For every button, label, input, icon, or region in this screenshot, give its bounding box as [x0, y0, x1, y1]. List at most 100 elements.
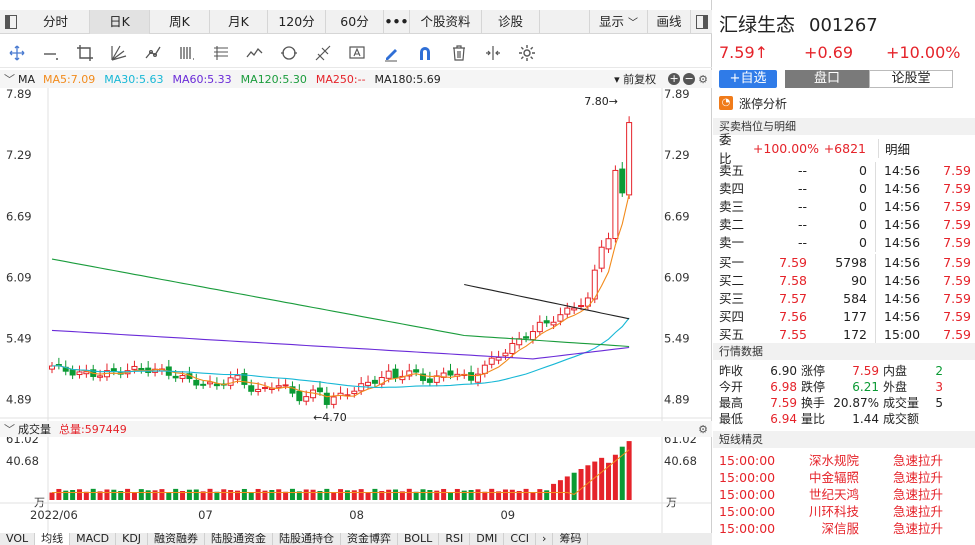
line-tool-icon[interactable]: [34, 38, 68, 68]
price-tick-left: 4.89: [6, 393, 32, 407]
settings-icon[interactable]: ⚙: [698, 423, 708, 436]
candle: [131, 365, 138, 370]
settings-icon[interactable]: ⚙: [698, 73, 708, 86]
indicator-tab[interactable]: VOL: [0, 533, 36, 545]
candle: [550, 321, 557, 326]
indicator-tab[interactable]: 融资融券: [148, 533, 206, 545]
tab-timeshare[interactable]: 分时: [22, 9, 90, 34]
gann-tool-icon[interactable]: [204, 38, 238, 68]
level-volume: 584: [843, 291, 867, 306]
crosshair-icon[interactable]: [0, 38, 34, 68]
collapse-icon[interactable]: ﹀: [4, 71, 15, 87]
panel-toggle-icon[interactable]: [690, 9, 712, 34]
short-title: 短线精灵: [713, 431, 975, 448]
indicator-tab[interactable]: RSI: [439, 533, 471, 545]
split-view-icon[interactable]: [476, 38, 510, 68]
collapse-icon[interactable]: ﹀: [4, 421, 15, 437]
gear-icon[interactable]: [510, 38, 544, 68]
indicator-tab[interactable]: KDJ: [116, 533, 149, 545]
display-menu[interactable]: 显示 ﹀: [590, 9, 648, 34]
tab-60min[interactable]: 60分: [326, 9, 384, 34]
tab-120min[interactable]: 120分: [268, 9, 326, 34]
bars-tool-icon[interactable]: [170, 38, 204, 68]
level-price: --: [797, 199, 807, 214]
price-tick-right: 6.09: [664, 270, 690, 284]
indicator-tab[interactable]: 陆股通持仓: [273, 533, 342, 545]
quote-key: 跌停: [801, 380, 826, 394]
volume-bar: [262, 490, 268, 500]
vol-ma-line: [52, 449, 630, 495]
volume-bar: [269, 489, 275, 500]
magnet-icon[interactable]: [408, 38, 442, 68]
tab-daily-k[interactable]: 日K: [90, 9, 150, 34]
ma5-line: [51, 194, 630, 398]
text-tool-icon[interactable]: [340, 38, 374, 68]
add-watchlist-button[interactable]: +自选: [719, 70, 777, 88]
tab-more[interactable]: •••: [384, 9, 410, 34]
level-price: --: [797, 235, 807, 250]
tab-handicap[interactable]: 盘口: [785, 70, 869, 88]
orderbook-row: 买一 7.59 5798 14:56 7.59: [713, 254, 975, 272]
orderbook-row: 卖五 -- 0 14:56 7.59: [713, 162, 975, 180]
tick-price: 7.59: [943, 199, 971, 214]
volume-bar: [186, 489, 192, 500]
indicator-tab[interactable]: 筹码: [553, 533, 589, 545]
quote-key: 最低: [719, 412, 744, 426]
tab-monthly-k[interactable]: 月K: [210, 9, 268, 34]
candle: [392, 368, 399, 379]
candle: [509, 342, 516, 354]
volume-bar: [578, 469, 584, 500]
candle: [536, 321, 543, 333]
volume-bar: [145, 490, 151, 500]
trash-icon[interactable]: [442, 38, 476, 68]
indicator-tab[interactable]: DMI: [470, 533, 505, 545]
circle-tool-icon[interactable]: [272, 38, 306, 68]
indicator-tab[interactable]: ›: [536, 533, 554, 545]
adjust-dropdown[interactable]: ▾ 前复权: [614, 71, 662, 87]
volume-label: 成交量: [18, 423, 51, 436]
layout-toggle-icon[interactable]: [0, 10, 22, 34]
fibonacci-tool-icon[interactable]: [306, 38, 340, 68]
indicator-tab[interactable]: CCI: [504, 533, 537, 545]
quote-row: 最高 7.59 换手 20.87% 成交量 5: [713, 395, 975, 411]
signal-row[interactable]: 15:00:00 深信服 急速拉升: [713, 520, 975, 537]
draw-button[interactable]: 画线: [648, 10, 690, 34]
quote-value: 7.59: [852, 364, 879, 378]
fan-tool-icon[interactable]: [102, 38, 136, 68]
indicator-tab[interactable]: MACD: [70, 533, 117, 545]
vol-tick-right: 40.68: [664, 454, 697, 468]
level-volume: 0: [859, 181, 867, 196]
volume-bar: [235, 490, 241, 500]
quote-key: 量比: [801, 412, 826, 426]
tick-time: 14:56: [875, 180, 939, 198]
indicator-tab[interactable]: 资金博弈: [341, 533, 399, 545]
crop-tool-icon[interactable]: [68, 38, 102, 68]
level-price: 7.59: [779, 255, 807, 270]
tab-weekly-k[interactable]: 周K: [150, 9, 210, 34]
pattern-tool-icon[interactable]: [136, 38, 170, 68]
candle: [351, 390, 358, 395]
remove-indicator-icon[interactable]: −: [683, 73, 696, 85]
kline-chart[interactable]: 7.89 7.89 7.29 7.29 6.69 6.69 6.09 6.09 5.49 5.49…: [0, 88, 711, 533]
add-indicator-icon[interactable]: +: [668, 73, 681, 85]
signal-row[interactable]: 15:00:00 世纪天鸿 急速拉升: [713, 486, 975, 503]
quote-value: 2: [935, 364, 943, 378]
volume-bar: [331, 492, 337, 500]
tab-forum[interactable]: 论股堂: [869, 70, 953, 88]
indicator-tab[interactable]: BOLL: [398, 533, 440, 545]
candle: [447, 370, 454, 376]
signal-row[interactable]: 15:00:00 川环科技 急速拉升: [713, 503, 975, 520]
signal-row[interactable]: 15:00:00 深水规院 急速拉升: [713, 452, 975, 469]
signal-row[interactable]: 15:00:00 中金辐照 急速拉升: [713, 469, 975, 486]
tab-diagnose[interactable]: 诊股: [482, 9, 540, 34]
volume-bar: [138, 489, 144, 500]
limit-up-analysis-link[interactable]: 涨停分析: [739, 95, 787, 112]
candle: [227, 377, 234, 386]
ma-item: MA120:5.30: [240, 72, 307, 86]
pencil-icon[interactable]: [374, 38, 408, 68]
indicator-tab[interactable]: 均线: [35, 533, 71, 545]
indicator-tab[interactable]: 陆股通资金: [205, 533, 274, 545]
stock-pct: +10.00%: [886, 42, 961, 62]
wave-tool-icon[interactable]: [238, 38, 272, 68]
tab-stock-info[interactable]: 个股资料: [410, 9, 482, 34]
